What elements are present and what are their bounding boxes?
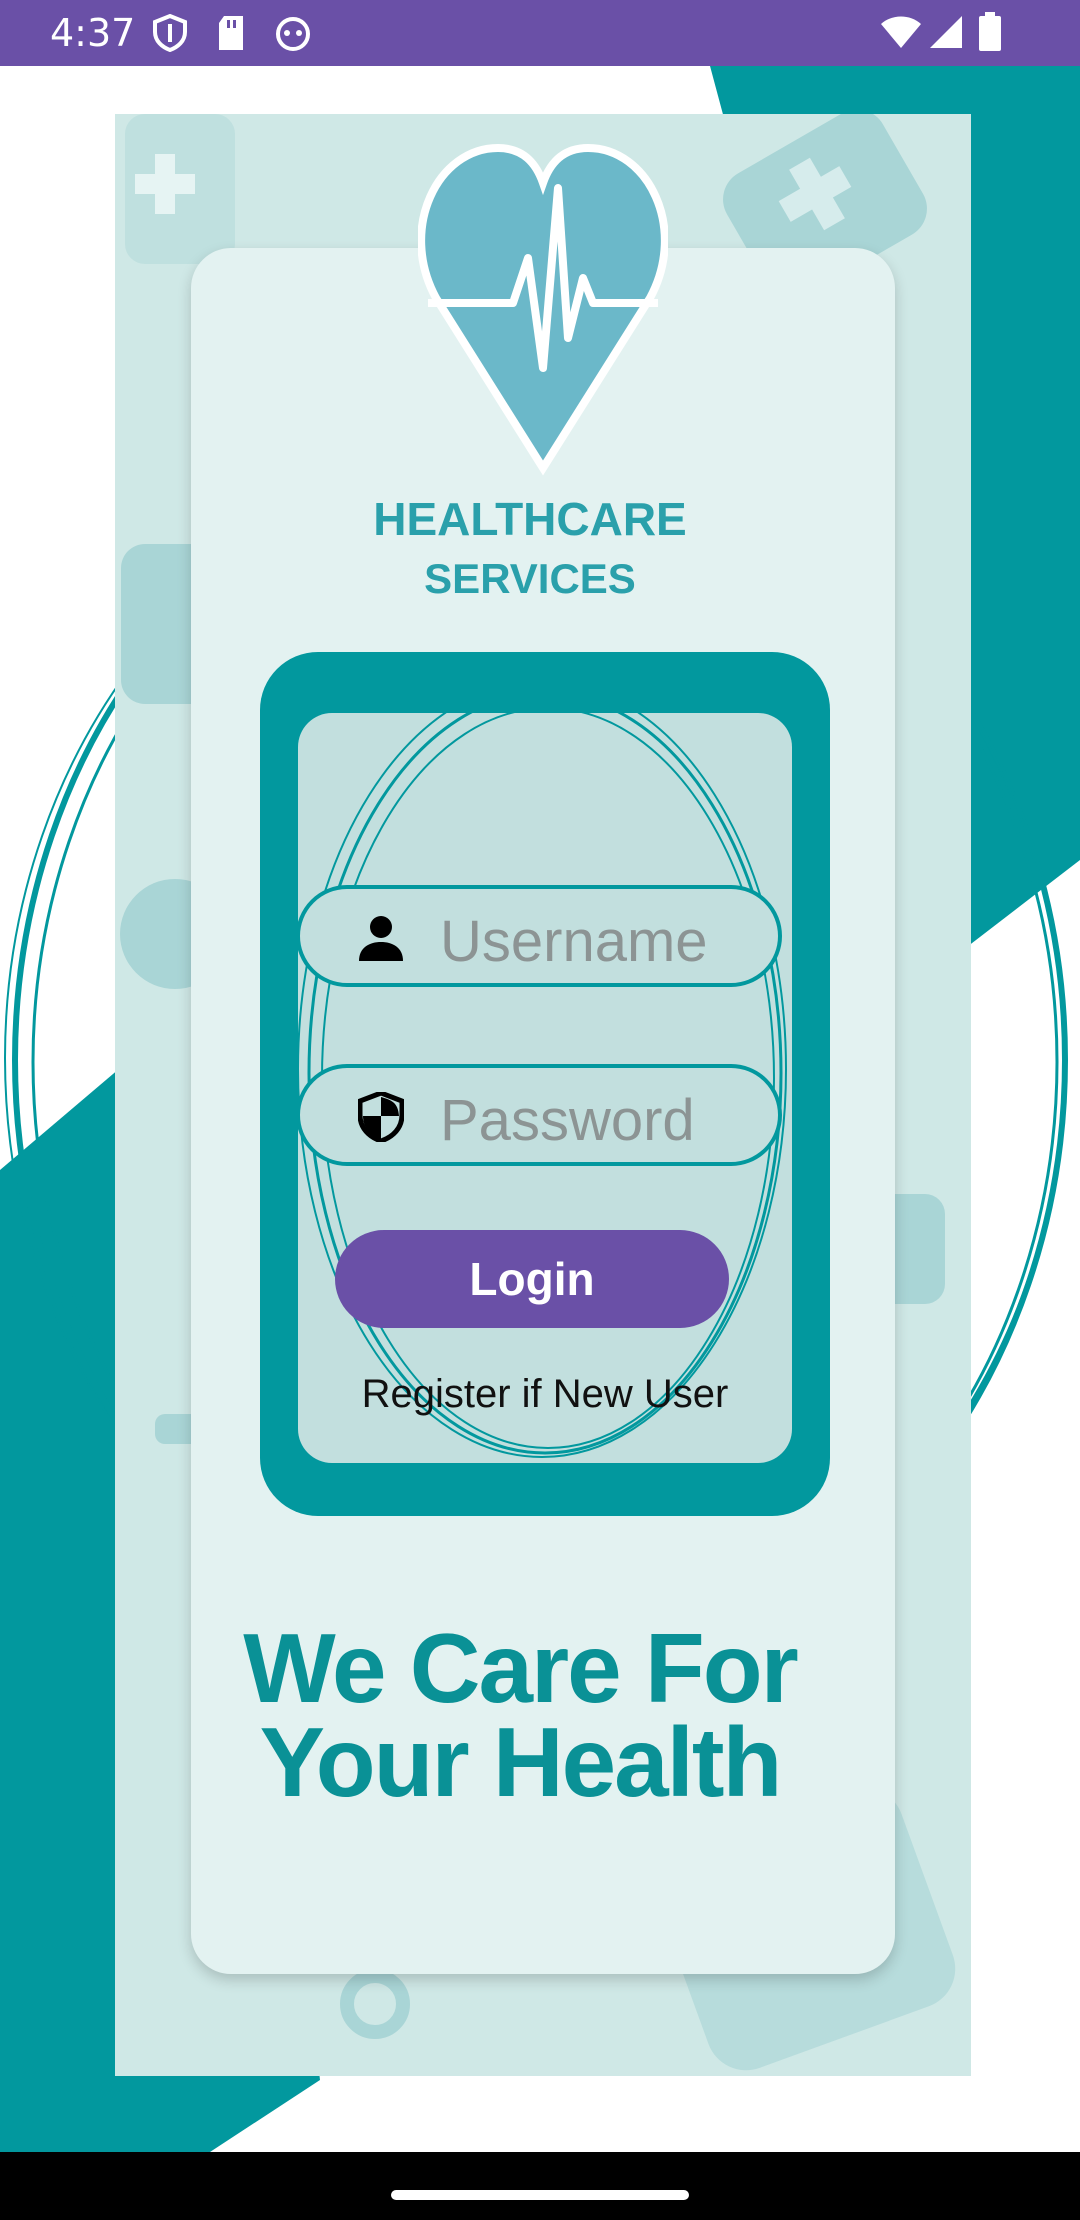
login-button[interactable]: Login — [335, 1230, 729, 1328]
heart-logo-icon — [418, 143, 668, 476]
password-input[interactable]: Password — [296, 1064, 782, 1166]
security-shield-icon — [358, 1092, 404, 1142]
person-icon — [359, 916, 403, 961]
register-link[interactable]: Register if New User — [260, 1366, 830, 1422]
status-bar: 4:37 — [0, 0, 1080, 66]
sd-card-icon — [219, 16, 243, 50]
tagline-line2: Your Health — [259, 1707, 783, 1817]
tagline-line1: We Care For — [243, 1613, 798, 1723]
battery-icon — [979, 12, 1001, 51]
android-debug-icon — [276, 17, 310, 51]
username-input[interactable]: Username — [296, 885, 782, 987]
wifi-icon — [881, 16, 921, 48]
password-placeholder: Password — [440, 1088, 695, 1153]
shield-icon — [153, 14, 187, 52]
username-placeholder: Username — [440, 909, 708, 974]
home-gesture-handle[interactable] — [391, 2190, 689, 2200]
status-time: 4:37 — [50, 11, 136, 55]
brand-subtitle: SERVICES — [424, 555, 636, 602]
brand-title: HEALTHCARE — [373, 493, 687, 545]
navigation-bar — [0, 2152, 1080, 2220]
signal-icon — [930, 16, 962, 48]
